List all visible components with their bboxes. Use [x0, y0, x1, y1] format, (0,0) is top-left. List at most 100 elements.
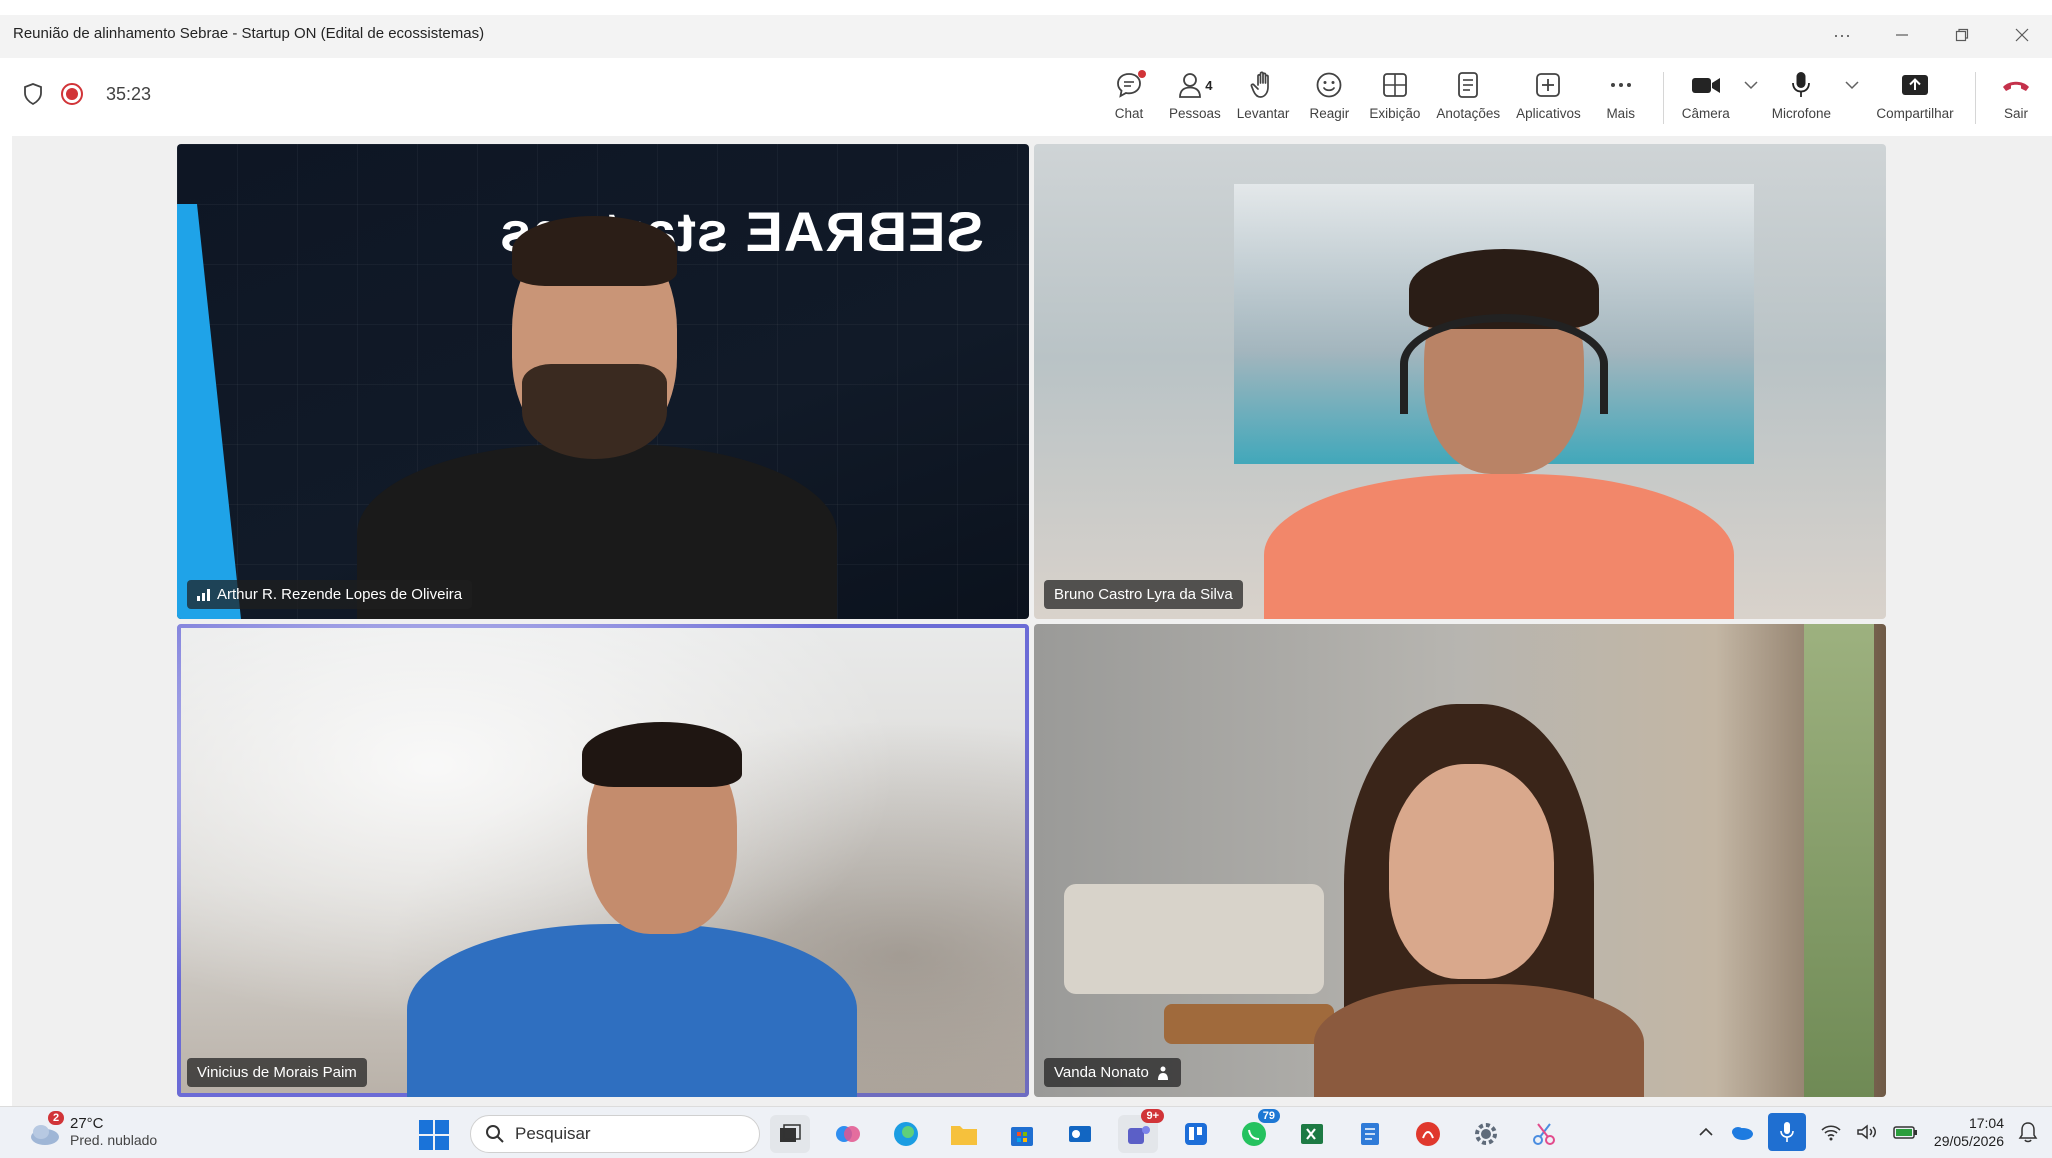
battery-charging-icon[interactable] [1892, 1123, 1920, 1141]
participant-body [1264, 474, 1734, 619]
taskbar-search[interactable]: Pesquisar [470, 1115, 760, 1153]
raise-hand-button[interactable]: Levantar [1229, 68, 1298, 121]
toolbar-divider [1662, 72, 1664, 124]
minimize-button[interactable] [1872, 17, 1932, 53]
acrobat-app[interactable] [1408, 1115, 1448, 1153]
participant-hair [582, 722, 742, 787]
notepad-app[interactable] [1350, 1115, 1390, 1153]
more-button[interactable]: Mais [1589, 68, 1653, 121]
trello-app[interactable] [1176, 1115, 1216, 1153]
chevron-down-icon [1744, 81, 1758, 90]
apps-button[interactable]: Aplicativos [1508, 68, 1589, 121]
share-label: Compartilhar [1876, 106, 1954, 121]
view-button[interactable]: Exibição [1361, 68, 1428, 121]
teams-app[interactable]: 9+ [1118, 1109, 1164, 1153]
notes-button[interactable]: Anotações [1428, 68, 1508, 121]
chevron-up-icon[interactable] [1698, 1126, 1714, 1138]
snipping-tool-app[interactable] [1524, 1115, 1564, 1153]
meeting-status: 35:23 [22, 82, 151, 106]
copilot-icon [836, 1126, 860, 1142]
participant-name: Vanda Nonato [1054, 1064, 1149, 1081]
raise-hand-label: Levantar [1236, 106, 1290, 121]
headset-icon [1400, 314, 1608, 414]
outlook-app[interactable] [1060, 1115, 1100, 1153]
participant-name: Arthur R. Rezende Lopes de Oliveira [217, 586, 463, 603]
settings-app[interactable] [1466, 1115, 1506, 1153]
camera-options-dropdown[interactable] [1738, 68, 1764, 102]
pinned-apps: 9+ 79 [770, 1109, 1564, 1153]
weather-widget[interactable]: 2 27°C Pred. nublado [28, 1111, 158, 1148]
trello-icon [1185, 1123, 1207, 1145]
whatsapp-icon [1242, 1122, 1266, 1146]
share-button[interactable]: Compartilhar [1865, 68, 1965, 121]
whatsapp-app[interactable]: 79 [1234, 1109, 1280, 1153]
apps-label: Aplicativos [1516, 106, 1581, 121]
camera-label: Câmera [1681, 106, 1730, 121]
os-taskbar: 2 27°C Pred. nublado Pesquisar 9+ 79 17:… [0, 1106, 2052, 1158]
outlook-icon [1069, 1126, 1091, 1142]
windows-logo-icon [419, 1120, 449, 1150]
notes-label: Anotações [1436, 106, 1501, 121]
shield-icon[interactable] [22, 82, 44, 106]
chat-button[interactable]: Chat [1097, 68, 1161, 121]
more-icon [1610, 83, 1631, 87]
volume-icon[interactable] [1856, 1123, 1878, 1141]
microphone-options-dropdown[interactable] [1839, 68, 1865, 102]
participant-tile-vinicius[interactable]: Vinicius de Morais Paim [177, 624, 1029, 1097]
leave-label: Sair [2003, 106, 2028, 121]
store-app[interactable] [1002, 1115, 1042, 1153]
system-clock[interactable]: 17:04 29/05/2026 [1934, 1114, 2004, 1150]
whatsapp-notification-badge: 79 [1257, 1109, 1280, 1123]
background-table [1164, 1004, 1334, 1044]
grid-view-icon [1382, 73, 1407, 97]
onedrive-icon[interactable] [1728, 1123, 1754, 1141]
microphone-icon [1780, 1122, 1794, 1142]
participant-tile-arthur[interactable]: SEBRAE startups Arthur R. Rezende Lopes … [177, 144, 1029, 619]
notes-icon [1458, 72, 1479, 98]
mic-in-use-button[interactable] [1767, 1113, 1806, 1151]
copilot-app[interactable] [828, 1115, 868, 1153]
task-view-button[interactable] [770, 1115, 810, 1153]
search-icon [486, 1125, 504, 1143]
chat-label: Chat [1114, 106, 1144, 121]
restore-button[interactable] [1932, 17, 1992, 53]
window-controls: ··· [1812, 17, 2052, 53]
weather-description: Pred. nublado [70, 1132, 158, 1148]
edge-app[interactable] [886, 1115, 926, 1153]
view-label: Exibição [1369, 106, 1421, 121]
microphone-button[interactable]: Microfone [1764, 68, 1839, 121]
participant-body [407, 924, 857, 1097]
react-label: Reagir [1309, 106, 1350, 121]
participant-tile-bruno[interactable]: Bruno Castro Lyra da Silva [1034, 144, 1886, 619]
system-tray: 17:04 29/05/2026 [1698, 1113, 2038, 1151]
file-explorer-app[interactable] [944, 1115, 984, 1153]
wifi-icon[interactable] [1820, 1123, 1842, 1141]
people-count: 4 [1205, 77, 1213, 93]
add-app-icon [1536, 73, 1561, 97]
gear-icon [1475, 1123, 1497, 1145]
recording-icon [61, 83, 83, 105]
react-button[interactable]: Reagir [1297, 68, 1361, 121]
leave-button[interactable]: Sair [1986, 68, 2046, 121]
people-icon [1179, 73, 1202, 98]
hang-up-icon [2003, 81, 2029, 91]
people-label: Pessoas [1169, 106, 1221, 121]
participant-name: Bruno Castro Lyra da Silva [1054, 586, 1233, 603]
smiley-icon [1316, 72, 1342, 98]
notification-bell-icon[interactable] [2018, 1121, 2038, 1143]
clock-time: 17:04 [1968, 1115, 2004, 1131]
close-button[interactable] [1992, 17, 2052, 53]
start-button[interactable] [418, 1119, 450, 1151]
camera-icon [1691, 78, 1720, 93]
participant-beard [522, 364, 667, 459]
people-button[interactable]: 4 Pessoas [1161, 68, 1229, 121]
share-screen-icon [1902, 75, 1928, 95]
meeting-controls: Chat 4 Pessoas Levantar Reagir Exibição … [1097, 68, 2052, 130]
participant-tile-vanda[interactable]: Vanda Nonato [1034, 624, 1886, 1097]
camera-button[interactable]: Câmera [1674, 68, 1738, 121]
notepad-icon [1361, 1123, 1379, 1145]
more-options-button[interactable]: ··· [1812, 17, 1872, 53]
participant-name-badge: Bruno Castro Lyra da Silva [1044, 580, 1243, 609]
excel-app[interactable] [1292, 1115, 1332, 1153]
meeting-toolbar: 35:23 Chat 4 Pessoas Levantar Reagir Exi… [0, 58, 2052, 136]
